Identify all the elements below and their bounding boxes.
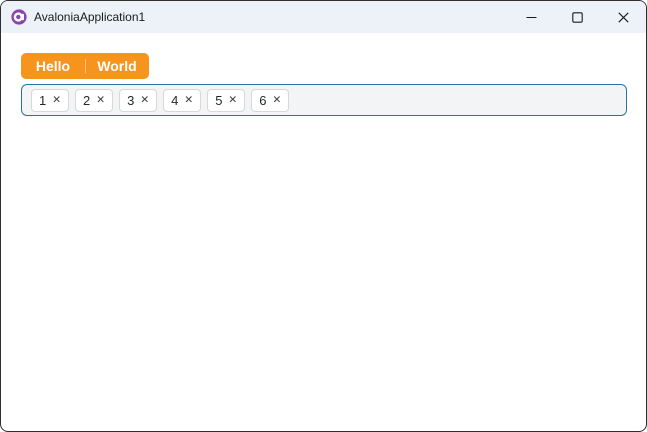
tab-strip: Hello World bbox=[21, 53, 149, 79]
app-window: AvaloniaApplication1 Hello World 1 ✕ 2 ✕… bbox=[0, 0, 647, 432]
chip-label: 2 bbox=[83, 92, 91, 108]
tab-hello[interactable]: Hello bbox=[21, 53, 85, 79]
chip-label: 6 bbox=[259, 92, 267, 108]
close-x-icon: ✕ bbox=[228, 93, 238, 106]
chip-remove-button[interactable]: ✕ bbox=[52, 95, 61, 106]
tag-input-box[interactable]: 1 ✕ 2 ✕ 3 ✕ 4 ✕ 5 ✕ 6 ✕ bbox=[21, 84, 627, 116]
close-x-icon: ✕ bbox=[140, 93, 150, 106]
close-x-icon: ✕ bbox=[272, 93, 282, 106]
chip-2: 2 ✕ bbox=[75, 88, 114, 112]
close-button[interactable] bbox=[600, 1, 646, 33]
chip-3: 3 ✕ bbox=[119, 88, 158, 112]
close-x-icon: ✕ bbox=[52, 93, 62, 106]
close-x-icon: ✕ bbox=[184, 93, 194, 106]
close-icon bbox=[617, 11, 629, 23]
chip-label: 4 bbox=[171, 92, 179, 108]
chip-5: 5 ✕ bbox=[207, 88, 246, 112]
chip-label: 3 bbox=[127, 92, 135, 108]
chip-1: 1 ✕ bbox=[31, 88, 70, 112]
maximize-button[interactable] bbox=[554, 1, 600, 33]
chip-6: 6 ✕ bbox=[251, 88, 290, 112]
title-bar: AvaloniaApplication1 bbox=[1, 1, 646, 33]
avalonia-logo-icon bbox=[11, 9, 27, 25]
chip-remove-button[interactable]: ✕ bbox=[184, 95, 193, 106]
minimize-icon bbox=[526, 16, 536, 18]
close-x-icon: ✕ bbox=[96, 93, 106, 106]
chip-4: 4 ✕ bbox=[163, 88, 202, 112]
window-title: AvaloniaApplication1 bbox=[34, 10, 146, 24]
client-area: Hello World 1 ✕ 2 ✕ 3 ✕ 4 ✕ 5 ✕ 6 ✕ bbox=[1, 33, 646, 116]
minimize-button[interactable] bbox=[508, 1, 554, 33]
chip-label: 5 bbox=[215, 92, 223, 108]
chip-remove-button[interactable]: ✕ bbox=[140, 95, 149, 106]
caption-buttons bbox=[508, 1, 646, 33]
maximize-icon bbox=[571, 11, 583, 23]
chip-remove-button[interactable]: ✕ bbox=[272, 95, 281, 106]
chip-label: 1 bbox=[39, 92, 47, 108]
tab-world[interactable]: World bbox=[85, 53, 149, 79]
chip-remove-button[interactable]: ✕ bbox=[96, 95, 105, 106]
chip-remove-button[interactable]: ✕ bbox=[228, 95, 237, 106]
tab-label: Hello bbox=[35, 58, 71, 74]
tab-label: World bbox=[97, 58, 137, 74]
